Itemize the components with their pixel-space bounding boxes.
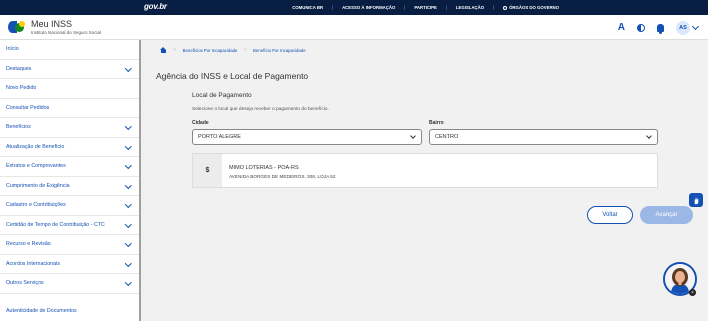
cidade-value: PORTO ALEGRE xyxy=(198,134,241,140)
sidebar-item-label: Novo Pedido xyxy=(6,85,37,92)
gov-link-acesso[interactable]: ACESSO À INFORMAÇÃO xyxy=(332,5,404,10)
sidebar-item-label: Destaques xyxy=(6,65,32,72)
chevron-down-icon xyxy=(124,162,131,169)
notification-bell-icon[interactable] xyxy=(657,23,664,34)
sidebar: Início Destaques Novo Pedido Consultar P… xyxy=(0,40,141,321)
app-subtitle: Instituto Nacional do Seguro Social xyxy=(31,30,102,35)
breadcrumb-separator-icon: › xyxy=(244,47,247,53)
sidebar-item-beneficios[interactable]: Benefícios xyxy=(0,118,139,138)
gov-bar: gov.br COMUNICA BR ACESSO À INFORMAÇÃO P… xyxy=(0,0,708,15)
gov-link-orgaos[interactable]: ÓRGÃOS DO GOVERNO xyxy=(493,5,568,10)
sidebar-item-cadastro-contribuicoes[interactable]: Cadastro e Contribuições xyxy=(0,196,139,216)
payment-location-name: MIMO LOTERIAS - POA-RS xyxy=(229,165,299,171)
payment-location-address: AVENIDA BORGES DE MEDEIROS, 308, LOJA 52 xyxy=(229,174,336,179)
back-button[interactable]: Voltar xyxy=(587,206,633,224)
gov-logo[interactable]: gov.br xyxy=(144,2,167,11)
font-size-icon[interactable]: A xyxy=(618,22,625,33)
globe-icon xyxy=(503,5,508,10)
sidebar-item-outros-servicos[interactable]: Outros Serviços xyxy=(0,274,139,294)
payment-location-card[interactable]: $ MIMO LOTERIAS - POA-RS AVENIDA BORGES … xyxy=(192,153,658,188)
sidebar-item-label: Início xyxy=(6,46,19,53)
sidebar-item-label: Recurso e Revisão xyxy=(6,241,51,248)
section-title: Local de Pagamento xyxy=(192,92,252,99)
contrast-icon[interactable] xyxy=(637,23,645,32)
sidebar-item-label: Atualização de Benefício xyxy=(6,143,65,150)
avatar: AS xyxy=(676,20,690,35)
chevron-down-icon xyxy=(646,133,652,139)
sidebar-item-inicio[interactable]: Início xyxy=(0,40,139,60)
app-header: Meu INSS Instituto Nacional do Seguro So… xyxy=(0,15,708,40)
sidebar-item-ctc[interactable]: Certidão de Tempo de Contribuição - CTC xyxy=(0,216,139,235)
chevron-down-icon xyxy=(124,123,131,130)
sidebar-item-atualizacao-beneficio[interactable]: Atualização de Benefício xyxy=(0,138,139,157)
chevron-down-icon xyxy=(124,259,131,266)
gov-link-legislacao[interactable]: LEGISLAÇÃO xyxy=(445,5,493,10)
close-icon[interactable]: × xyxy=(689,289,696,296)
sidebar-item-destaques[interactable]: Destaques xyxy=(0,60,139,79)
sidebar-item-label: Extratos e Comprovantes xyxy=(6,163,66,170)
chevron-down-icon xyxy=(124,220,131,227)
cidade-select[interactable]: PORTO ALEGRE xyxy=(192,129,422,145)
breadcrumb-separator-icon: › xyxy=(174,47,176,53)
sidebar-item-label: Consultar Pedidos xyxy=(6,104,50,111)
inss-logo-icon[interactable] xyxy=(8,21,26,33)
sidebar-item-cumprimento-exigencia[interactable]: Cumprimento de Exigência xyxy=(0,177,139,196)
sidebar-item-consultar-pedidos[interactable]: Consultar Pedidos xyxy=(0,99,139,118)
gov-link-comunica[interactable]: COMUNICA BR xyxy=(283,5,332,10)
chevron-down-icon xyxy=(124,181,131,188)
breadcrumb: › Benefícios Por Incapacidade › Benefíci… xyxy=(160,47,306,53)
app-title[interactable]: Meu INSS xyxy=(31,19,72,29)
gov-link-orgaos-label: ÓRGÃOS DO GOVERNO xyxy=(509,5,559,10)
bairro-select[interactable]: CENTRO xyxy=(429,129,658,145)
user-menu[interactable]: AS xyxy=(676,20,700,35)
chevron-down-icon xyxy=(124,142,131,149)
page-title: Agência do INSS e Local de Pagamento xyxy=(156,71,309,81)
sidebar-item-label: Benefícios xyxy=(6,124,31,131)
sidebar-item-label: Certidão de Tempo de Contribuição - CTC xyxy=(6,221,105,228)
chevron-down-icon xyxy=(124,201,131,208)
bairro-value: CENTRO xyxy=(435,134,459,140)
header-actions: A AS xyxy=(618,19,700,36)
section-description: Selecione o local que deseja receber o p… xyxy=(192,107,329,112)
breadcrumb-item: Benefício Por Incapacidade xyxy=(253,47,306,53)
sidebar-item-extratos[interactable]: Extratos e Comprovantes xyxy=(0,157,139,177)
sidebar-item-label: Cadastro e Contribuições xyxy=(6,202,66,209)
sidebar-item-label: Autenticidade de Documentos xyxy=(6,307,77,314)
breadcrumb-item[interactable]: Benefícios Por Incapacidade xyxy=(183,48,238,53)
sidebar-item-acordos-internacionais[interactable]: Acordos Internacionais xyxy=(0,255,139,274)
chevron-down-icon xyxy=(124,279,131,286)
chevron-down-icon xyxy=(124,240,131,247)
home-icon[interactable] xyxy=(160,47,167,53)
sidebar-item-novo-pedido[interactable]: Novo Pedido xyxy=(0,79,139,99)
gov-link-participe[interactable]: PARTICIPE xyxy=(404,5,446,10)
next-button[interactable]: Avançar xyxy=(640,206,693,224)
gov-links: COMUNICA BR ACESSO À INFORMAÇÃO PARTICIP… xyxy=(283,0,568,15)
sidebar-item-label: Acordos Internacionais xyxy=(6,260,60,267)
sidebar-item-label: Outros Serviços xyxy=(6,280,44,287)
sidebar-item-recurso-revisao[interactable]: Recurso e Revisão xyxy=(0,235,139,255)
accessibility-hand-icon[interactable] xyxy=(689,193,703,207)
sidebar-item-autenticidade[interactable]: Autenticidade de Documentos xyxy=(0,301,139,321)
bairro-label: Bairro xyxy=(429,120,444,126)
chevron-down-icon xyxy=(691,22,700,30)
chevron-down-icon xyxy=(124,64,131,71)
chevron-down-icon xyxy=(410,133,416,139)
cidade-label: Cidade xyxy=(192,120,209,126)
sidebar-item-label: Cumprimento de Exigência xyxy=(6,182,70,189)
dollar-icon: $ xyxy=(193,154,222,187)
main-content: › Benefícios Por Incapacidade › Benefíci… xyxy=(143,40,708,321)
